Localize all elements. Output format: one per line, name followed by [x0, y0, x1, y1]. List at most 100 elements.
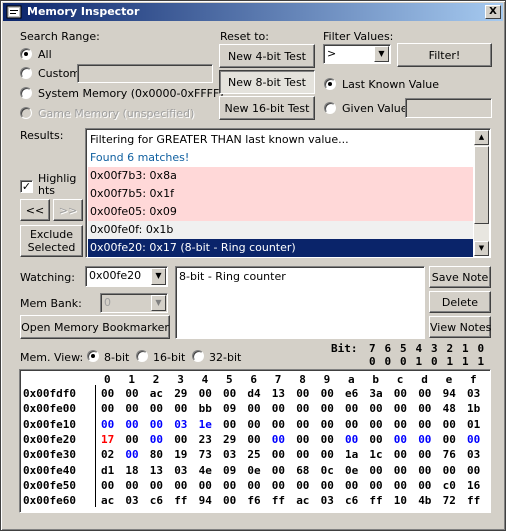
radio-custom[interactable]: [20, 67, 32, 79]
memory-byte[interactable]: ac: [296, 494, 309, 507]
memory-byte[interactable]: 16: [467, 479, 480, 492]
results-scrollbar[interactable]: ▲ ▼: [474, 130, 489, 256]
memory-byte[interactable]: 0c: [321, 464, 334, 477]
memory-byte[interactable]: 68: [296, 464, 309, 477]
memory-byte[interactable]: 00: [345, 418, 358, 431]
memory-byte[interactable]: 00: [101, 479, 114, 492]
memory-byte[interactable]: 09: [223, 402, 236, 415]
memory-byte[interactable]: 00: [467, 433, 480, 446]
memory-byte[interactable]: 00: [125, 387, 138, 400]
results-list[interactable]: Filtering for GREATER THAN last known va…: [85, 128, 491, 258]
memory-byte[interactable]: 00: [369, 402, 382, 415]
memory-byte[interactable]: 00: [174, 479, 187, 492]
results-row[interactable]: 0x00fe25: 0x29: [88, 257, 473, 258]
memory-byte[interactable]: 00: [394, 387, 407, 400]
memory-byte[interactable]: 00: [345, 433, 358, 446]
filter-operator-select[interactable]: > ▼: [323, 44, 391, 64]
memory-byte[interactable]: 80: [150, 448, 163, 461]
results-row[interactable]: 0x00f7b5: 0x1f: [88, 185, 473, 203]
memory-byte[interactable]: 00: [418, 387, 431, 400]
memory-byte[interactable]: 01: [467, 418, 480, 431]
memory-byte[interactable]: 00: [174, 433, 187, 446]
memory-byte[interactable]: 00: [296, 448, 309, 461]
memory-byte[interactable]: 4b: [418, 494, 431, 507]
exclude-selected-button[interactable]: Exclude Selected: [20, 225, 83, 257]
memory-byte[interactable]: 03: [223, 448, 236, 461]
memory-byte[interactable]: 23: [199, 433, 212, 446]
memory-byte[interactable]: 00: [296, 418, 309, 431]
memory-byte[interactable]: 03: [174, 464, 187, 477]
given-value-input[interactable]: [405, 98, 492, 118]
custom-range-input[interactable]: [77, 64, 213, 83]
memory-byte[interactable]: 00: [369, 464, 382, 477]
view-notes-button[interactable]: View Notes: [429, 316, 491, 338]
memory-byte[interactable]: 1e: [199, 418, 212, 431]
memory-byte[interactable]: 00: [394, 464, 407, 477]
memory-byte[interactable]: 00: [125, 479, 138, 492]
memory-byte[interactable]: 00: [418, 464, 431, 477]
memory-byte[interactable]: ff: [369, 494, 382, 507]
memory-byte[interactable]: 00: [101, 418, 114, 431]
memory-byte[interactable]: 00: [394, 433, 407, 446]
memory-byte[interactable]: 00: [247, 479, 260, 492]
memory-byte[interactable]: 13: [272, 387, 285, 400]
memory-byte[interactable]: 94: [443, 387, 456, 400]
memory-byte[interactable]: bb: [199, 402, 212, 415]
memory-byte[interactable]: 00: [467, 464, 480, 477]
memory-byte[interactable]: 25: [247, 448, 260, 461]
memory-byte[interactable]: 00: [150, 479, 163, 492]
delete-button[interactable]: Delete: [429, 291, 491, 313]
memory-byte[interactable]: 00: [272, 418, 285, 431]
memory-byte[interactable]: 00: [150, 402, 163, 415]
memory-byte[interactable]: 1a: [345, 448, 358, 461]
memory-byte[interactable]: 00: [125, 433, 138, 446]
memory-byte[interactable]: 00: [101, 387, 114, 400]
memory-byte[interactable]: 00: [321, 433, 334, 446]
memory-byte[interactable]: 03: [467, 448, 480, 461]
memory-byte[interactable]: 00: [296, 479, 309, 492]
radio-given-value[interactable]: [324, 102, 336, 114]
memory-byte[interactable]: 00: [418, 402, 431, 415]
chevron-down-icon[interactable]: ▼: [374, 46, 389, 62]
memory-byte[interactable]: 03: [467, 387, 480, 400]
memory-byte[interactable]: 10: [394, 494, 407, 507]
memory-byte[interactable]: 00: [199, 387, 212, 400]
memory-byte[interactable]: 00: [101, 402, 114, 415]
memory-byte[interactable]: 00: [369, 418, 382, 431]
memory-byte[interactable]: 1b: [467, 402, 480, 415]
memory-byte[interactable]: 00: [443, 433, 456, 446]
memory-byte[interactable]: c6: [345, 494, 358, 507]
note-textarea[interactable]: 8-bit - Ring counter: [175, 266, 425, 339]
memory-byte[interactable]: 4e: [199, 464, 212, 477]
mem-bank-select[interactable]: 0 ▼: [100, 293, 168, 313]
radio-32bit[interactable]: [192, 350, 204, 362]
memory-byte[interactable]: 1c: [369, 448, 382, 461]
memory-byte[interactable]: 00: [369, 479, 382, 492]
radio-8bit[interactable]: [87, 350, 99, 362]
memory-byte[interactable]: 00: [223, 418, 236, 431]
results-row[interactable]: 0x00f7b3: 0x8a: [88, 167, 473, 185]
results-row[interactable]: Found 6 matches!: [88, 149, 473, 167]
memory-byte[interactable]: 03: [321, 494, 334, 507]
watching-select[interactable]: 0x00fe20 ▼: [85, 266, 168, 287]
memory-byte[interactable]: 72: [443, 494, 456, 507]
memory-byte[interactable]: 00: [443, 464, 456, 477]
memory-byte[interactable]: 00: [418, 448, 431, 461]
radio-last-known-value[interactable]: [324, 78, 336, 90]
memory-byte[interactable]: 00: [223, 494, 236, 507]
results-row[interactable]: 0x00fe0f: 0x1b: [88, 221, 473, 239]
memory-byte[interactable]: d4: [247, 387, 260, 400]
memory-byte[interactable]: 00: [223, 387, 236, 400]
memory-byte[interactable]: 00: [272, 433, 285, 446]
memory-byte[interactable]: 00: [321, 387, 334, 400]
memory-byte[interactable]: 13: [150, 464, 163, 477]
memory-byte[interactable]: 00: [394, 479, 407, 492]
memory-byte[interactable]: 00: [272, 402, 285, 415]
memory-byte[interactable]: 00: [247, 418, 260, 431]
previous-button[interactable]: <<: [20, 199, 50, 221]
memory-byte[interactable]: 00: [199, 479, 212, 492]
memory-byte[interactable]: 00: [345, 479, 358, 492]
memory-byte[interactable]: 00: [223, 479, 236, 492]
memory-byte[interactable]: 00: [174, 402, 187, 415]
memory-byte[interactable]: 00: [125, 418, 138, 431]
